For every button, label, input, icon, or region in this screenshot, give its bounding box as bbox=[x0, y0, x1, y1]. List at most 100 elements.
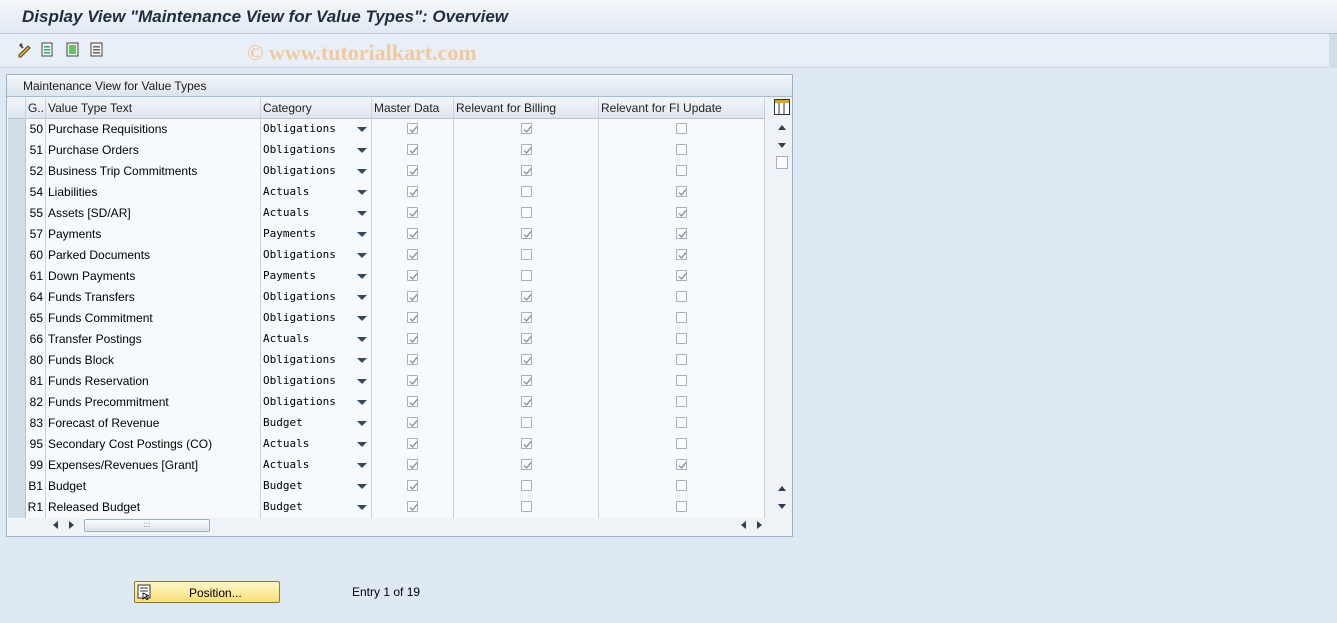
master-data-checkbox[interactable] bbox=[407, 354, 418, 366]
value-type-text[interactable]: Budget bbox=[46, 476, 261, 497]
fi-update-checkbox[interactable] bbox=[676, 459, 687, 471]
horizontal-scroll-thumb[interactable]: ::: bbox=[84, 519, 210, 532]
vertical-scrollbar[interactable] bbox=[773, 98, 790, 518]
master-data-checkbox[interactable] bbox=[407, 312, 418, 324]
category-select[interactable]: Obligations bbox=[261, 392, 372, 413]
value-type-group[interactable]: R1 bbox=[26, 497, 46, 518]
fi-update-checkbox[interactable] bbox=[676, 438, 687, 450]
value-type-text[interactable]: Down Payments bbox=[46, 266, 261, 287]
master-data-checkbox[interactable] bbox=[407, 144, 418, 156]
billing-checkbox[interactable] bbox=[520, 459, 532, 471]
billing-checkbox[interactable] bbox=[520, 333, 532, 345]
category-select[interactable]: Actuals bbox=[261, 434, 372, 455]
dropdown-arrow-icon[interactable] bbox=[357, 400, 367, 405]
category-select[interactable]: Payments bbox=[261, 266, 372, 287]
category-select[interactable]: Obligations bbox=[261, 245, 372, 266]
deselect-icon[interactable] bbox=[88, 41, 106, 59]
dropdown-arrow-icon[interactable] bbox=[357, 463, 367, 468]
fi-update-checkbox[interactable] bbox=[676, 270, 687, 282]
master-data-checkbox[interactable] bbox=[407, 249, 418, 261]
value-type-group[interactable]: 50 bbox=[26, 119, 46, 140]
value-type-text[interactable]: Funds Commitment bbox=[46, 308, 261, 329]
category-select[interactable]: Obligations bbox=[261, 287, 372, 308]
scroll-left-end-button[interactable] bbox=[737, 518, 750, 532]
value-type-group[interactable]: 81 bbox=[26, 371, 46, 392]
dropdown-arrow-icon[interactable] bbox=[357, 295, 367, 300]
category-select[interactable]: Obligations bbox=[261, 308, 372, 329]
fi-update-checkbox[interactable] bbox=[676, 501, 687, 513]
column-header-group[interactable]: G.. bbox=[26, 98, 46, 119]
column-header-category[interactable]: Category bbox=[261, 98, 372, 119]
master-data-checkbox[interactable] bbox=[407, 480, 418, 492]
value-type-text[interactable]: Expenses/Revenues [Grant] bbox=[46, 455, 261, 476]
value-type-group[interactable]: 99 bbox=[26, 455, 46, 476]
billing-checkbox[interactable] bbox=[520, 480, 532, 492]
fi-update-checkbox[interactable] bbox=[676, 291, 687, 303]
billing-checkbox[interactable] bbox=[520, 501, 532, 513]
scroll-up-button[interactable] bbox=[775, 120, 788, 134]
fi-update-checkbox[interactable] bbox=[676, 312, 687, 324]
value-type-text[interactable]: Business Trip Commitments bbox=[46, 161, 261, 182]
billing-checkbox[interactable] bbox=[520, 312, 532, 324]
billing-checkbox[interactable] bbox=[520, 186, 532, 198]
fi-update-checkbox[interactable] bbox=[676, 396, 687, 408]
fi-update-checkbox[interactable] bbox=[676, 417, 687, 429]
master-data-checkbox[interactable] bbox=[407, 270, 418, 282]
value-type-group[interactable]: B1 bbox=[26, 476, 46, 497]
billing-checkbox[interactable] bbox=[520, 207, 532, 219]
row-selector[interactable] bbox=[8, 308, 26, 329]
value-type-group[interactable]: 61 bbox=[26, 266, 46, 287]
value-type-group[interactable]: 65 bbox=[26, 308, 46, 329]
value-type-text[interactable]: Purchase Requisitions bbox=[46, 119, 261, 140]
value-type-group[interactable]: 64 bbox=[26, 287, 46, 308]
dropdown-arrow-icon[interactable] bbox=[357, 442, 367, 447]
fi-update-checkbox[interactable] bbox=[676, 375, 687, 387]
fi-update-checkbox[interactable] bbox=[676, 354, 687, 366]
dropdown-arrow-icon[interactable] bbox=[357, 337, 367, 342]
category-select[interactable]: Obligations bbox=[261, 161, 372, 182]
billing-checkbox[interactable] bbox=[520, 375, 532, 387]
row-selector[interactable] bbox=[8, 203, 26, 224]
value-type-text[interactable]: Funds Precommitment bbox=[46, 392, 261, 413]
master-data-checkbox[interactable] bbox=[407, 501, 418, 513]
dropdown-arrow-icon[interactable] bbox=[357, 169, 367, 174]
category-select[interactable]: Obligations bbox=[261, 371, 372, 392]
column-header-master-data[interactable]: Master Data bbox=[372, 98, 454, 119]
row-selector[interactable] bbox=[8, 140, 26, 161]
display-change-icon[interactable] bbox=[16, 41, 34, 59]
row-selector[interactable] bbox=[8, 350, 26, 371]
row-selector[interactable] bbox=[8, 161, 26, 182]
master-data-checkbox[interactable] bbox=[407, 417, 418, 429]
fi-update-checkbox[interactable] bbox=[676, 186, 687, 198]
row-selector[interactable] bbox=[8, 371, 26, 392]
value-type-group[interactable]: 95 bbox=[26, 434, 46, 455]
billing-checkbox[interactable] bbox=[520, 354, 532, 366]
master-data-checkbox[interactable] bbox=[407, 228, 418, 240]
row-selector[interactable] bbox=[8, 245, 26, 266]
master-data-checkbox[interactable] bbox=[407, 438, 418, 450]
dropdown-arrow-icon[interactable] bbox=[357, 484, 367, 489]
fi-update-checkbox[interactable] bbox=[676, 333, 687, 345]
value-type-group[interactable]: 80 bbox=[26, 350, 46, 371]
billing-checkbox[interactable] bbox=[520, 249, 532, 261]
scroll-down-button[interactable] bbox=[775, 138, 788, 152]
value-type-text[interactable]: Funds Transfers bbox=[46, 287, 261, 308]
row-selector[interactable] bbox=[8, 392, 26, 413]
dropdown-arrow-icon[interactable] bbox=[357, 505, 367, 510]
row-selector[interactable] bbox=[8, 329, 26, 350]
value-type-group[interactable]: 55 bbox=[26, 203, 46, 224]
details-icon[interactable] bbox=[39, 41, 57, 59]
value-type-text[interactable]: Purchase Orders bbox=[46, 140, 261, 161]
value-type-text[interactable]: Forecast of Revenue bbox=[46, 413, 261, 434]
select-all-icon[interactable] bbox=[64, 41, 82, 59]
dropdown-arrow-icon[interactable] bbox=[357, 211, 367, 216]
master-data-checkbox[interactable] bbox=[407, 186, 418, 198]
column-header-relevant-billing[interactable]: Relevant for Billing bbox=[454, 98, 599, 119]
row-selector[interactable] bbox=[8, 434, 26, 455]
position-button[interactable]: Position... bbox=[134, 581, 280, 603]
master-data-checkbox[interactable] bbox=[407, 375, 418, 387]
row-selector[interactable] bbox=[8, 455, 26, 476]
billing-checkbox[interactable] bbox=[520, 417, 532, 429]
scroll-right-button[interactable] bbox=[65, 518, 78, 532]
master-data-checkbox[interactable] bbox=[407, 333, 418, 345]
